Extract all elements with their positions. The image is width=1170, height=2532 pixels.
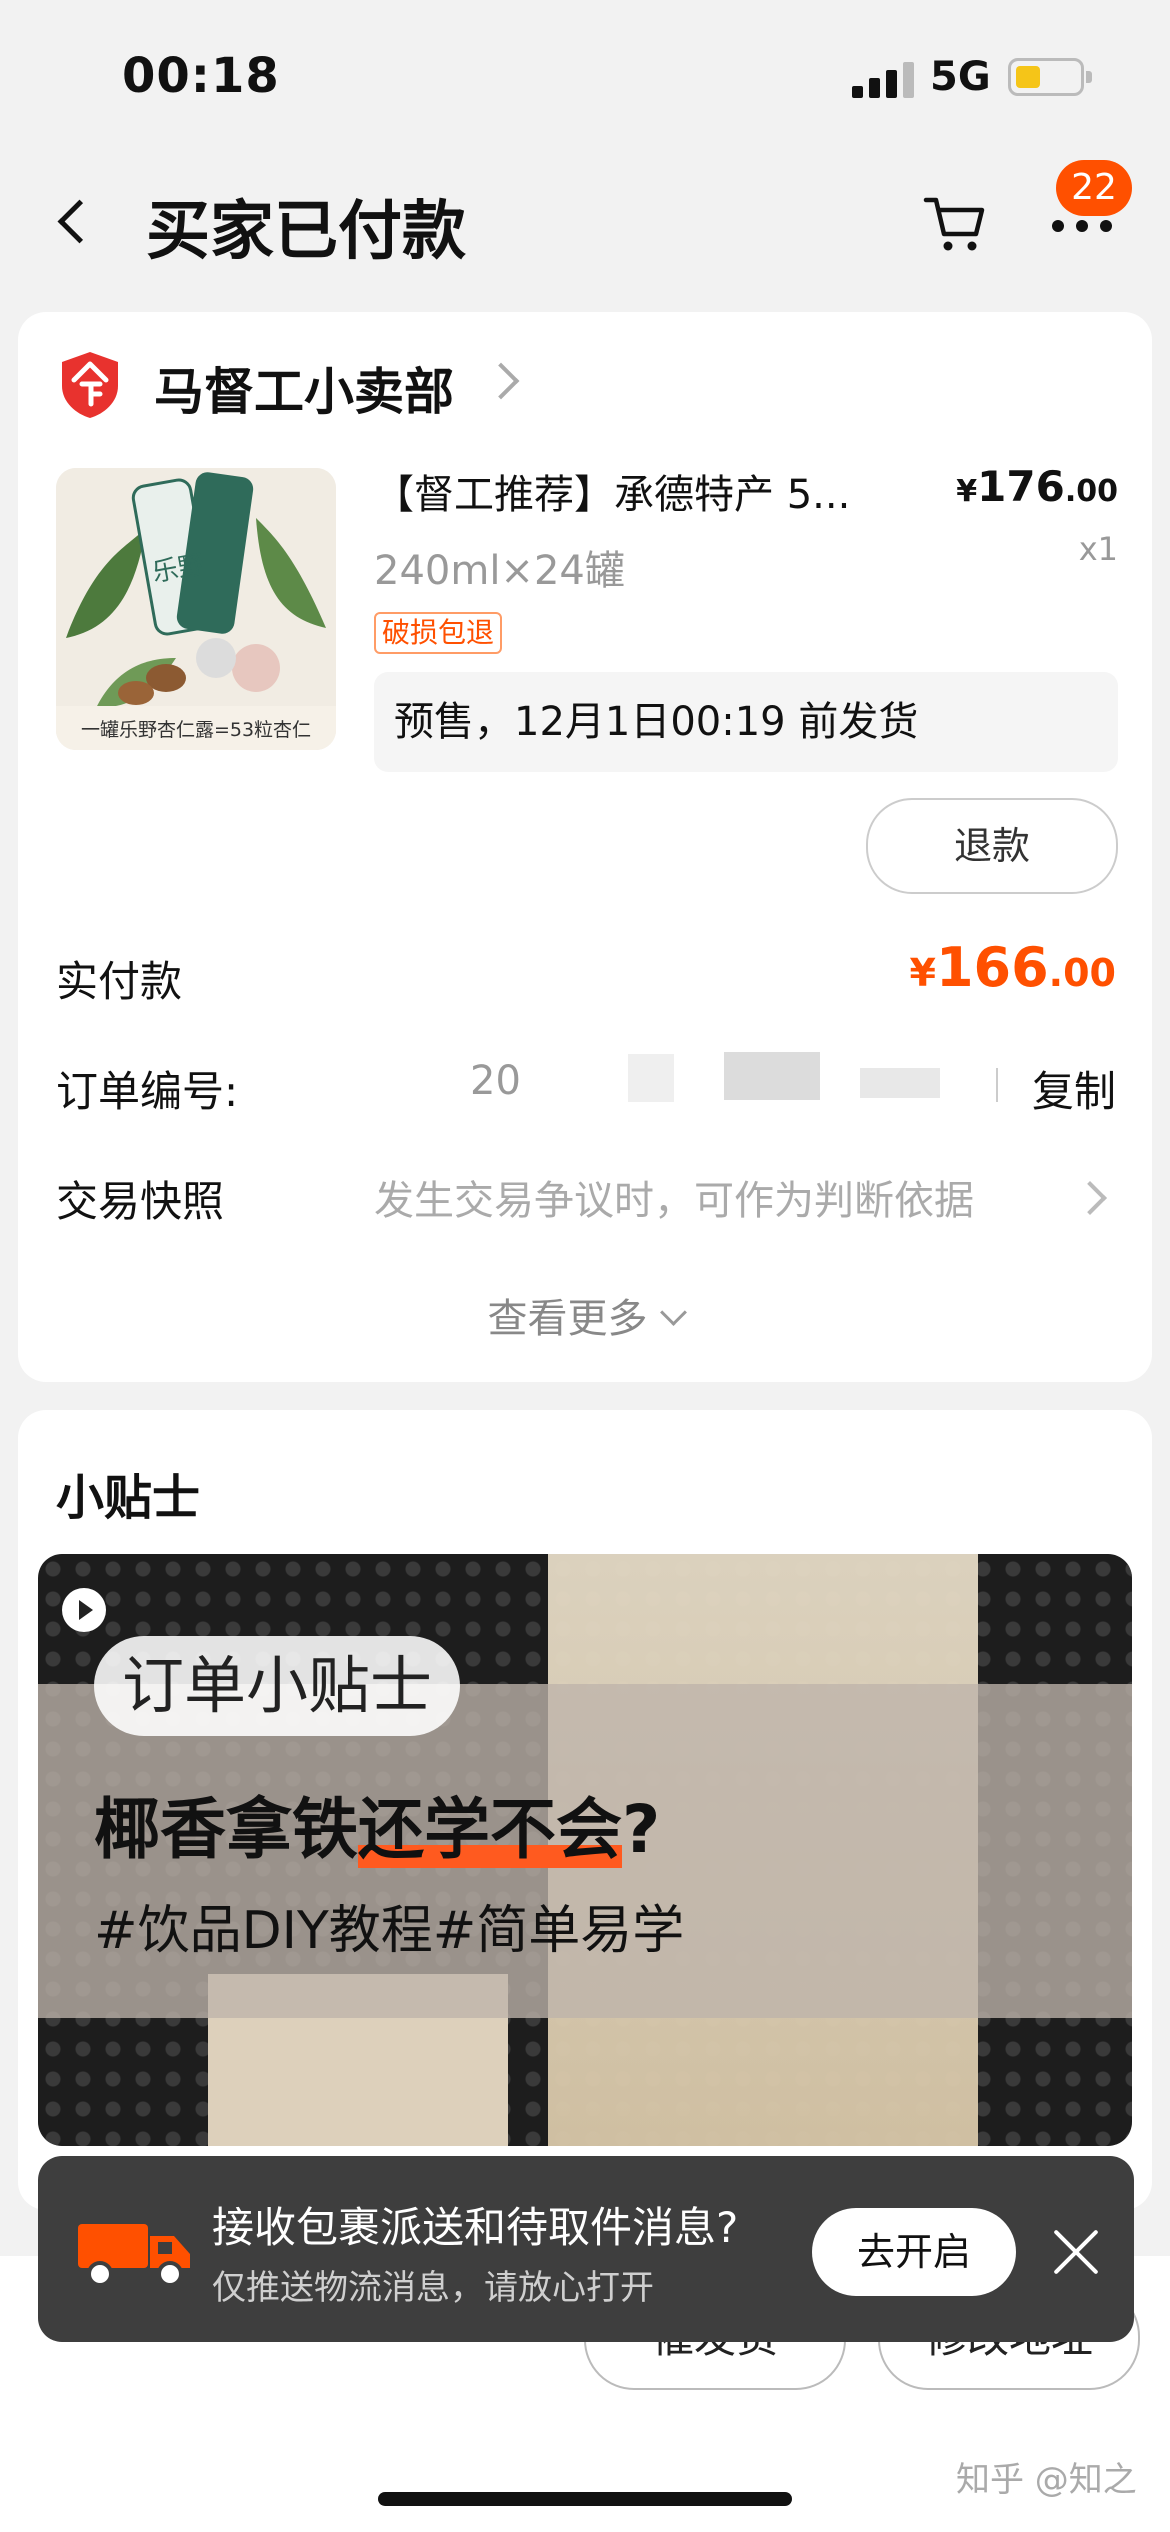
copy-button[interactable]: 复制 [1032, 1058, 1116, 1119]
paid-dec: .00 [1048, 951, 1116, 995]
message-badge: 22 [1056, 160, 1132, 216]
product-image-caption: 一罐乐野杏仁露=53粒杏仁 [81, 719, 311, 741]
product-qty: x1 [1078, 530, 1118, 568]
page-title: 买家已付款 [146, 195, 466, 269]
notification-toast: 接收包裹派送和待取件消息? 仅推送物流消息，请放心打开 去开启 [38, 2156, 1134, 2342]
redaction-block [628, 1054, 674, 1102]
paid-currency: ¥ [909, 951, 936, 995]
truck-icon [76, 2218, 194, 2288]
nav-bar: 买家已付款 22 [0, 150, 1170, 290]
view-more-button[interactable]: 查看更多 [18, 1286, 1152, 1344]
redaction-block [724, 1052, 820, 1100]
product-spec: 240ml×24罐 [374, 548, 625, 594]
paid-amount: ¥166.00 [909, 936, 1116, 999]
chevron-down-icon [659, 1299, 687, 1326]
divider [996, 1068, 998, 1102]
shipping-notice: 预售，12月1日00:19 前发货 [374, 672, 1118, 772]
close-icon[interactable] [1046, 2222, 1106, 2282]
order-card: 马督工小卖部 乐野 一罐乐野杏仁露=53粒杏仁 【督工推荐】承德特产 5... … [18, 312, 1152, 1382]
video-headline-highlight: 还学不会 [358, 1791, 622, 1868]
signal-icon [852, 62, 916, 98]
status-bar: 00:18 5G [0, 0, 1170, 140]
product-image[interactable]: 乐野 一罐乐野杏仁露=53粒杏仁 [56, 468, 336, 750]
tips-video[interactable]: 订单小贴士 椰香拿铁还学不会? #饮品DIY教程#简单易学 [38, 1554, 1132, 2146]
refund-button[interactable]: 退款 [866, 798, 1118, 894]
redaction-block [860, 1068, 940, 1098]
product-title[interactable]: 【督工推荐】承德特产 5... [374, 462, 934, 520]
paid-int: 166 [935, 936, 1049, 999]
chevron-right-icon[interactable] [482, 362, 520, 400]
product-price: ¥176.00 [956, 462, 1118, 511]
price-dec: .00 [1064, 474, 1118, 509]
toast-title: 接收包裹派送和待取件消息? [212, 2203, 739, 2252]
price-int: 176 [977, 462, 1065, 511]
status-time: 00:18 [122, 48, 280, 104]
paid-label: 实付款 [56, 957, 183, 1006]
chevron-right-icon[interactable] [1073, 1181, 1107, 1215]
order-number-value: 20 [470, 1058, 521, 1104]
video-subtitle: #饮品DIY教程#简单易学 [94, 1901, 685, 1961]
play-icon[interactable] [62, 1588, 106, 1632]
video-headline-part: 椰香拿铁 [94, 1791, 358, 1868]
cart-icon[interactable] [920, 186, 990, 256]
battery-icon [1008, 58, 1092, 96]
video-pill: 订单小贴士 [94, 1636, 461, 1736]
service-tag: 破损包退 [374, 612, 503, 654]
home-indicator[interactable] [378, 2492, 792, 2506]
shop-badge-icon [58, 350, 122, 420]
tips-card: 小贴士 订单小贴士 椰香拿铁还学不会? #饮品DIY教程#简单易学 [18, 1410, 1152, 2210]
price-currency: ¥ [956, 474, 978, 509]
enable-notifications-button[interactable]: 去开启 [812, 2208, 1016, 2296]
toast-subtitle: 仅推送物流消息，请放心打开 [212, 2268, 654, 2308]
shop-name[interactable]: 马督工小卖部 [154, 352, 454, 424]
order-number-label: 订单编号: [56, 1067, 239, 1116]
back-icon[interactable] [44, 192, 104, 252]
network-type: 5G [930, 54, 991, 100]
video-headline: 椰香拿铁还学不会? [94, 1776, 660, 1872]
tips-title: 小贴士 [56, 1470, 201, 1526]
snapshot-label[interactable]: 交易快照 [56, 1168, 224, 1229]
view-more-label: 查看更多 [487, 1296, 648, 1342]
snapshot-description[interactable]: 发生交易争议时，可作为判断依据 [374, 1168, 974, 1226]
watermark: 知乎 @知之 [956, 2460, 1137, 2500]
video-headline-part: ? [622, 1791, 661, 1868]
